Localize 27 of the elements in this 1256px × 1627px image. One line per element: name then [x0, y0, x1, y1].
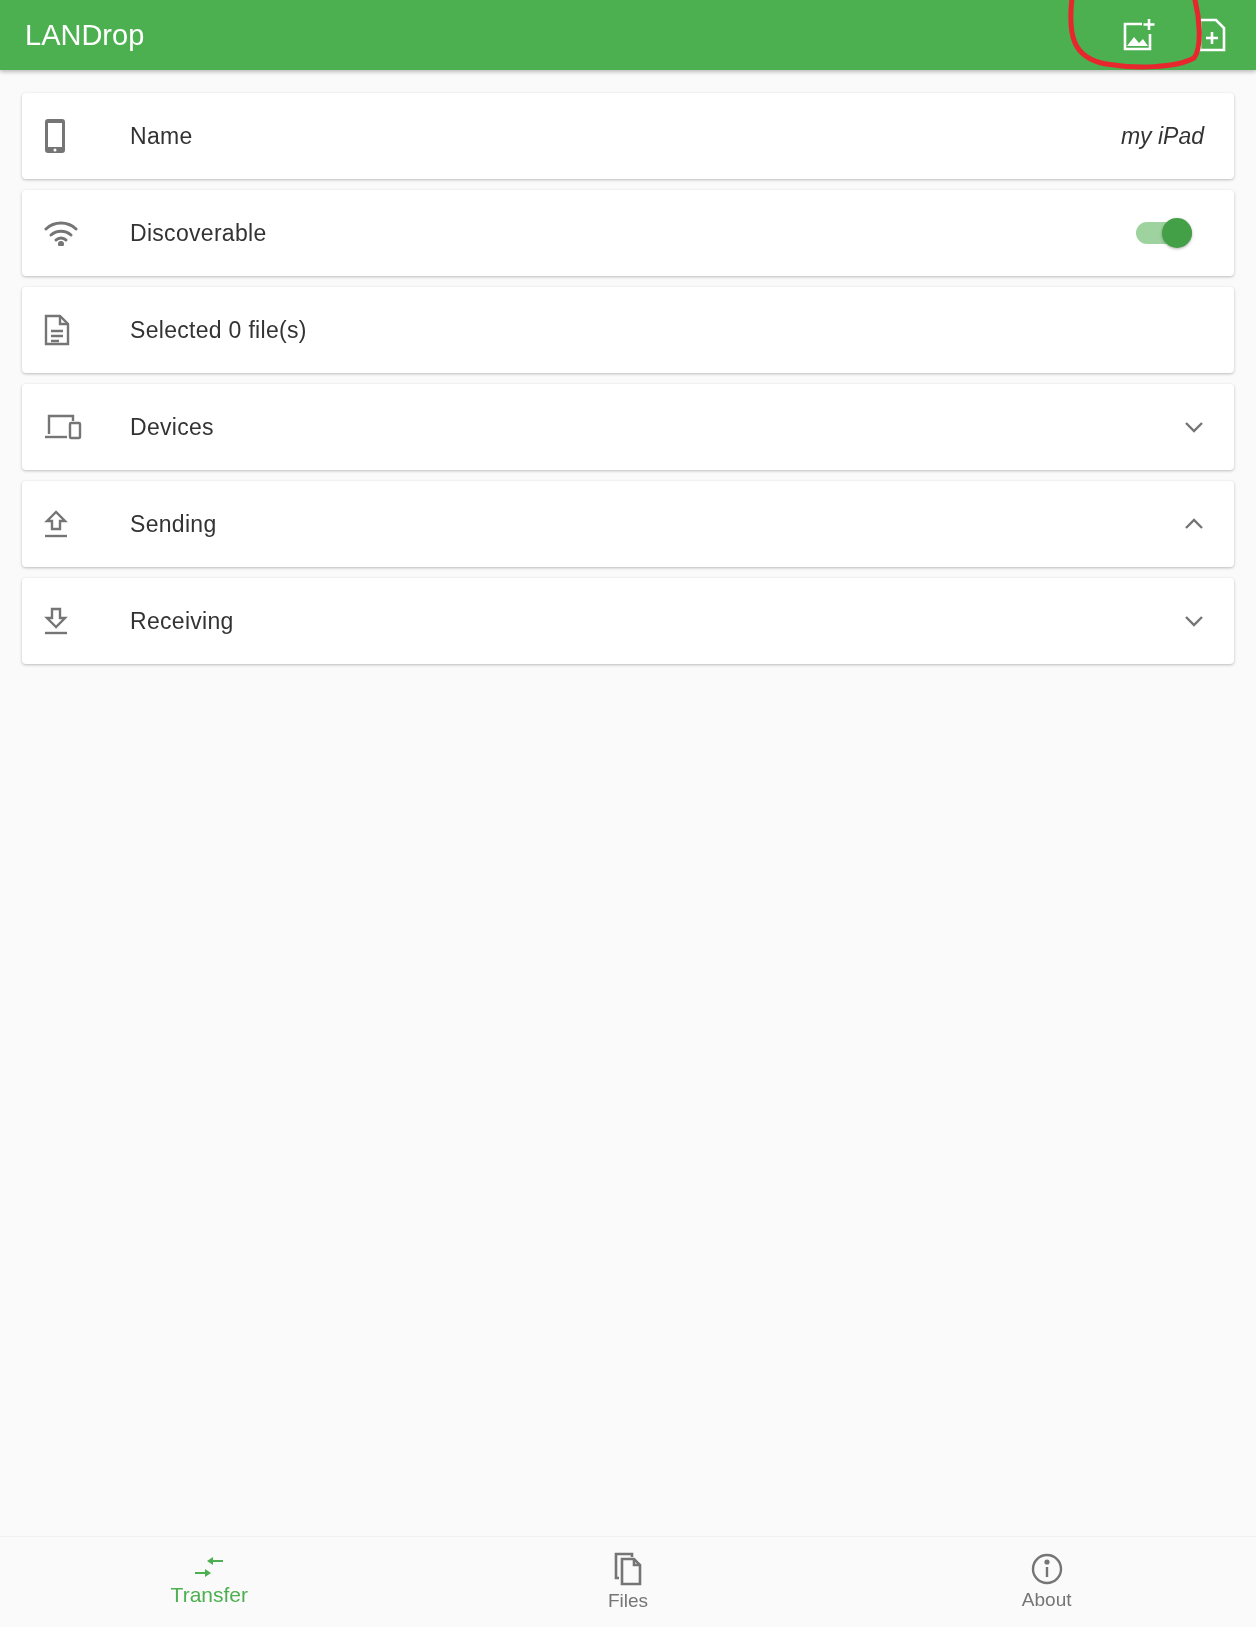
row-label: Selected 0 file(s) — [130, 316, 308, 344]
wifi-icon — [44, 220, 78, 246]
nav-tab[interactable]: About — [837, 1537, 1256, 1627]
chevron-down-icon[interactable] — [1184, 421, 1204, 433]
add-file-icon — [1198, 18, 1226, 52]
settings-card[interactable]: Sending — [22, 481, 1234, 567]
row-label: Name — [130, 122, 194, 150]
chevron-up-icon[interactable] — [1184, 518, 1204, 530]
settings-card[interactable]: Devices — [22, 384, 1234, 470]
device-name-value: my iPad — [1120, 122, 1204, 150]
row-label: Receiving — [130, 607, 235, 635]
devices-icon — [44, 414, 82, 440]
app-title: LANDrop — [25, 18, 146, 52]
add-image-icon — [1122, 18, 1156, 52]
phone-icon — [44, 118, 66, 154]
row-label: Sending — [130, 510, 218, 538]
info-icon — [1030, 1553, 1063, 1585]
document-icon — [44, 314, 70, 346]
chevron-down-icon[interactable] — [1184, 615, 1204, 627]
swap-arrows-icon — [193, 1557, 226, 1579]
files-icon — [613, 1552, 643, 1586]
upload-icon — [44, 510, 68, 538]
settings-card[interactable]: Receiving — [22, 578, 1234, 664]
row-label: Discoverable — [130, 219, 268, 247]
nav-tab[interactable]: Files — [418, 1537, 838, 1627]
row-label: Devices — [130, 413, 215, 441]
download-icon — [44, 607, 68, 635]
